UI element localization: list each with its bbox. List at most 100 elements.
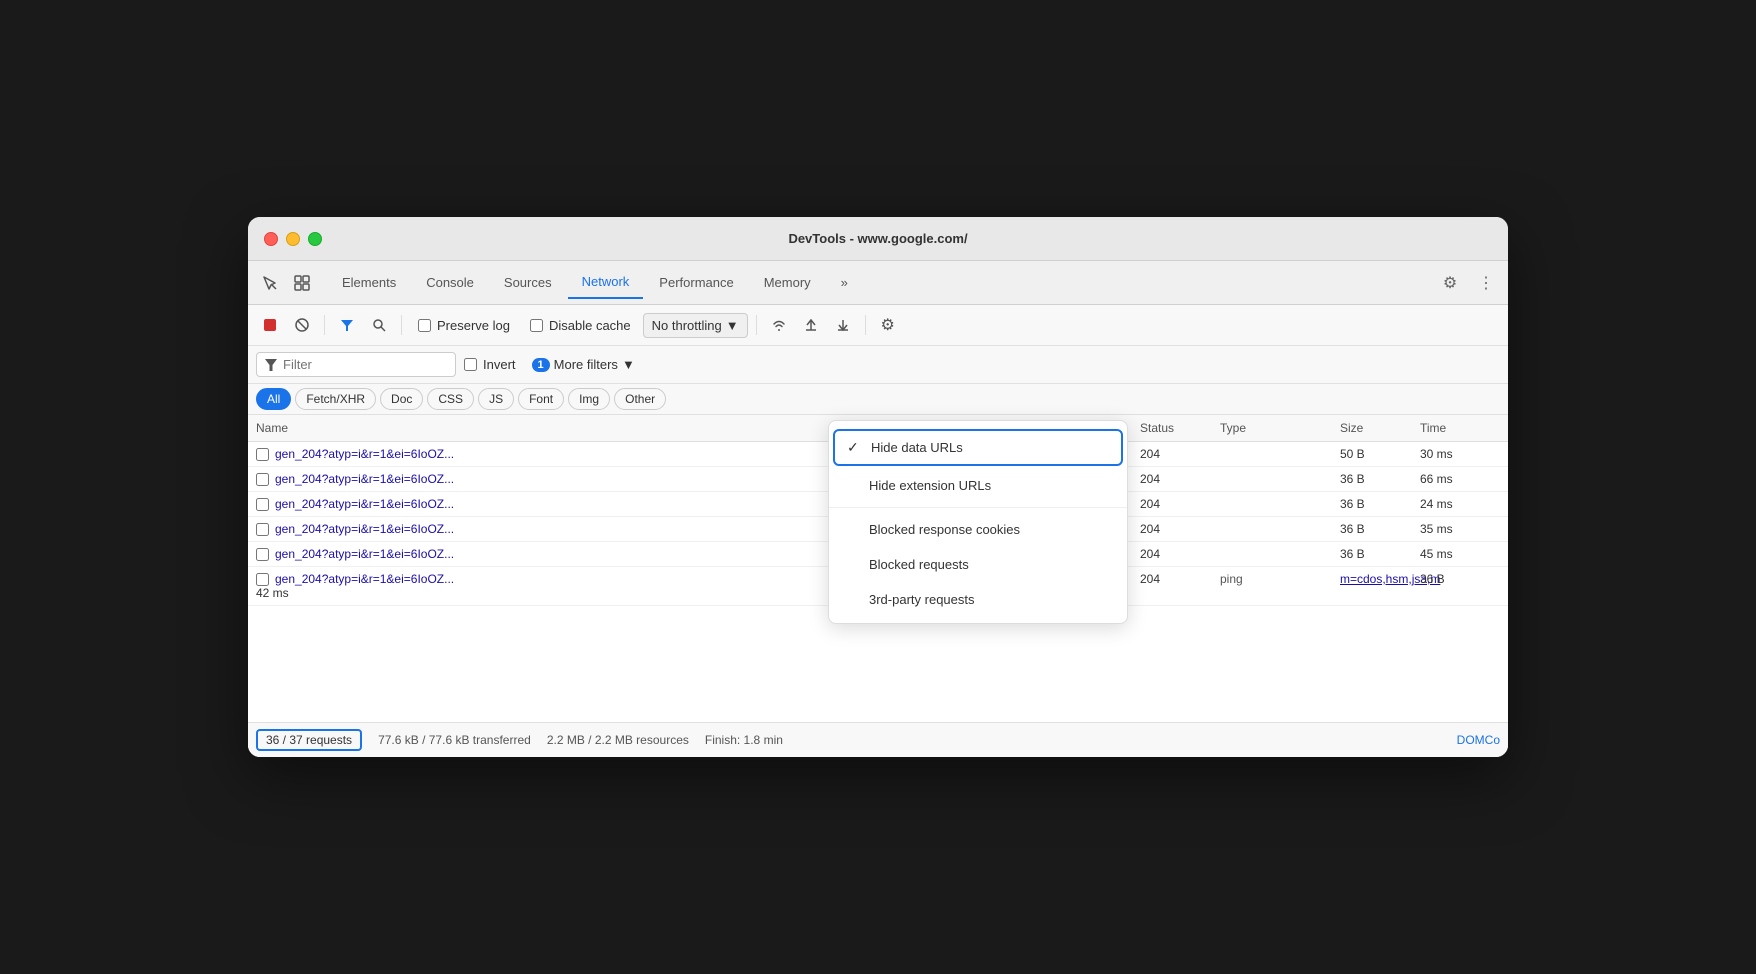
tab-memory[interactable]: Memory xyxy=(750,267,825,298)
row-checkbox[interactable] xyxy=(256,523,269,536)
more-filters-dropdown: ✓ Hide data URLs Hide extension URLs Blo… xyxy=(828,420,1128,624)
row-size: 36 B xyxy=(1340,472,1420,486)
filter-input[interactable] xyxy=(283,357,443,372)
type-filter-img[interactable]: Img xyxy=(568,388,610,410)
row-checkbox[interactable] xyxy=(256,448,269,461)
dropdown-item-label: Blocked response cookies xyxy=(869,522,1020,537)
row-checkbox[interactable] xyxy=(256,548,269,561)
disable-cache-checkbox[interactable] xyxy=(530,319,543,332)
tab-bar-icons xyxy=(256,269,316,297)
close-button[interactable] xyxy=(264,232,278,246)
wifi-icon[interactable] xyxy=(765,311,793,339)
row-time: 24 ms xyxy=(1420,497,1500,511)
more-menu-icon[interactable]: ⋮ xyxy=(1472,269,1500,297)
row-checkbox[interactable] xyxy=(256,498,269,511)
row-status: 204 xyxy=(1140,472,1220,486)
tab-bar-right: ⚙ ⋮ xyxy=(1436,269,1500,297)
window-title: DevTools - www.google.com/ xyxy=(788,231,967,246)
more-filters-label: More filters xyxy=(554,357,618,372)
dropdown-separator xyxy=(829,507,1127,508)
dropdown-item-label: 3rd-party requests xyxy=(869,592,975,607)
tab-elements[interactable]: Elements xyxy=(328,267,410,298)
status-resources: 2.2 MB / 2.2 MB resources xyxy=(547,733,689,747)
more-filters-button[interactable]: 1 More filters ▼ xyxy=(524,353,643,376)
type-filter-fetchxhr[interactable]: Fetch/XHR xyxy=(295,388,376,410)
throttling-label: No throttling xyxy=(652,318,722,333)
type-filter-all[interactable]: All xyxy=(256,388,291,410)
stop-recording-button[interactable] xyxy=(256,311,284,339)
type-filter-doc[interactable]: Doc xyxy=(380,388,423,410)
dropdown-item-blocked-response-cookies[interactable]: Blocked response cookies xyxy=(829,512,1127,547)
more-filters-chevron-icon: ▼ xyxy=(622,357,635,372)
network-settings-button[interactable]: ⚙ xyxy=(874,311,902,339)
row-checkbox[interactable] xyxy=(256,473,269,486)
row-checkbox[interactable] xyxy=(256,573,269,586)
row-size: 36 B xyxy=(1340,522,1420,536)
devtools-window: DevTools - www.google.com/ xyxy=(248,217,1508,757)
preserve-log-checkbox[interactable] xyxy=(418,319,431,332)
throttling-chevron-icon: ▼ xyxy=(726,318,739,333)
status-transferred: 77.6 kB / 77.6 kB transferred xyxy=(378,733,531,747)
preserve-log-label: Preserve log xyxy=(437,318,510,333)
search-button[interactable] xyxy=(365,311,393,339)
more-filters-badge: 1 xyxy=(532,358,550,372)
status-domco: DOMCo xyxy=(1457,733,1500,747)
row-name: gen_204?atyp=i&r=1&ei=6IoOZ... xyxy=(275,497,454,511)
row-time: 30 ms xyxy=(1420,447,1500,461)
traffic-lights xyxy=(264,232,322,246)
download-har-button[interactable] xyxy=(829,311,857,339)
tab-more[interactable]: » xyxy=(827,267,862,298)
row-name: gen_204?atyp=i&r=1&ei=6IoOZ... xyxy=(275,447,454,461)
inspect-icon[interactable] xyxy=(288,269,316,297)
row-time: 35 ms xyxy=(1420,522,1500,536)
row-status: 204 xyxy=(1140,522,1220,536)
row-size: 36 B xyxy=(1420,572,1500,586)
tab-sources[interactable]: Sources xyxy=(490,267,566,298)
tab-network[interactable]: Network xyxy=(568,266,644,299)
dropdown-item-hide-data-urls[interactable]: ✓ Hide data URLs xyxy=(833,429,1123,466)
tab-performance[interactable]: Performance xyxy=(645,267,747,298)
row-initiator: m=cdos,hsm,jsa,m xyxy=(1340,572,1420,586)
status-requests: 36 / 37 requests xyxy=(256,729,362,751)
dropdown-item-hide-extension-urls[interactable]: Hide extension URLs xyxy=(829,468,1127,503)
status-bar: 36 / 37 requests 77.6 kB / 77.6 kB trans… xyxy=(248,722,1508,757)
upload-har-button[interactable] xyxy=(797,311,825,339)
title-bar: DevTools - www.google.com/ xyxy=(248,217,1508,261)
check-icon: ✓ xyxy=(847,439,863,456)
dropdown-item-label: Hide data URLs xyxy=(871,440,963,455)
filter-button[interactable] xyxy=(333,311,361,339)
disable-cache-group[interactable]: Disable cache xyxy=(522,318,639,333)
row-name: gen_204?atyp=i&r=1&ei=6IoOZ... xyxy=(275,572,454,586)
row-type: ping xyxy=(1220,572,1340,586)
dropdown-item-blocked-requests[interactable]: Blocked requests xyxy=(829,547,1127,582)
row-time: 45 ms xyxy=(1420,547,1500,561)
row-size: 50 B xyxy=(1340,447,1420,461)
type-filter-css[interactable]: CSS xyxy=(427,388,474,410)
type-filter-js[interactable]: JS xyxy=(478,388,514,410)
row-name: gen_204?atyp=i&r=1&ei=6IoOZ... xyxy=(275,522,454,536)
devtools-content: Elements Console Sources Network Perform… xyxy=(248,261,1508,757)
settings-icon[interactable]: ⚙ xyxy=(1436,269,1464,297)
header-type: Type xyxy=(1220,421,1340,435)
toolbar-separator-4 xyxy=(865,315,866,335)
cursor-icon[interactable] xyxy=(256,269,284,297)
maximize-button[interactable] xyxy=(308,232,322,246)
minimize-button[interactable] xyxy=(286,232,300,246)
tabs: Elements Console Sources Network Perform… xyxy=(328,266,1436,299)
tab-console[interactable]: Console xyxy=(412,267,488,298)
dropdown-item-3rd-party-requests[interactable]: 3rd-party requests xyxy=(829,582,1127,617)
filter-input-wrap xyxy=(256,352,456,377)
type-filter-font[interactable]: Font xyxy=(518,388,564,410)
tab-bar: Elements Console Sources Network Perform… xyxy=(248,261,1508,305)
header-status: Status xyxy=(1140,421,1220,435)
clear-button[interactable] xyxy=(288,311,316,339)
invert-group[interactable]: Invert xyxy=(464,357,516,372)
row-status: 204 xyxy=(1140,572,1220,586)
type-filter-bar: All Fetch/XHR Doc CSS JS Font Img Other … xyxy=(248,384,1508,415)
invert-checkbox[interactable] xyxy=(464,358,477,371)
preserve-log-group[interactable]: Preserve log xyxy=(410,318,518,333)
type-filter-other[interactable]: Other xyxy=(614,388,666,410)
status-finish: Finish: 1.8 min xyxy=(705,733,783,747)
throttling-select[interactable]: No throttling ▼ xyxy=(643,313,748,338)
row-size: 36 B xyxy=(1340,547,1420,561)
